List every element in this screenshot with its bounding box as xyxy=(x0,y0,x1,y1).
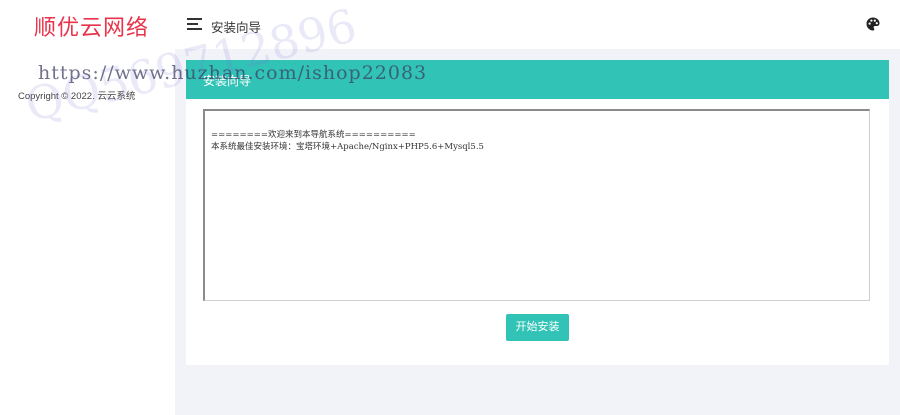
environment-line: 本系统最佳安装环境：宝塔环境+Apache/Nginx+PHP5.6+Mysql… xyxy=(211,142,484,152)
topbar-title: 安装向导 xyxy=(211,21,262,35)
sidebar: 顺优云网络 Copyright © 2022. 云云系统 xyxy=(0,0,175,415)
card-header-title: 安装向导 xyxy=(203,74,252,88)
install-info-box[interactable]: ========欢迎来到本导航系统========== 本系统最佳安装环境：宝塔… xyxy=(203,109,870,301)
menu-icon[interactable] xyxy=(187,18,202,30)
start-install-button[interactable]: 开始安装 xyxy=(506,314,569,341)
top-bar: 安装向导 xyxy=(175,0,900,49)
brand-logo: 顺优云网络 xyxy=(34,16,150,41)
install-card: 安装向导 ========欢迎来到本导航系统========== 本系统最佳安装… xyxy=(186,60,889,365)
copyright-text: Copyright © 2022. 云云系统 xyxy=(18,91,136,102)
welcome-line: ========欢迎来到本导航系统========== xyxy=(211,130,416,140)
card-header: 安装向导 xyxy=(186,60,889,99)
palette-icon[interactable] xyxy=(866,17,880,31)
